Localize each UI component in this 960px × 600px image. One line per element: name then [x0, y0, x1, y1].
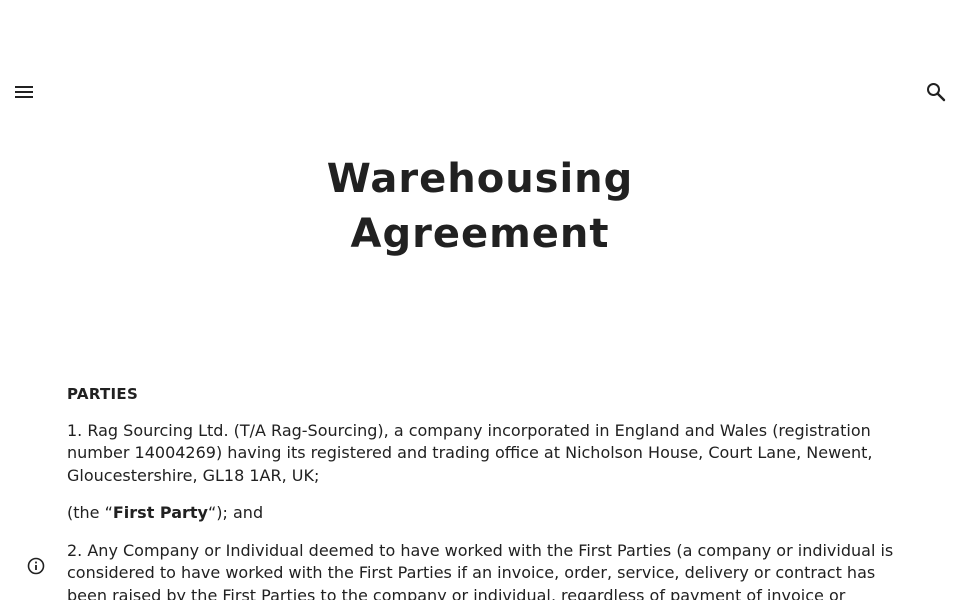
top-bar	[0, 72, 960, 112]
paragraph-second-party: 2. Any Company or Individual deemed to h…	[67, 540, 894, 600]
section-heading: PARTIES	[67, 385, 139, 403]
page: Warehousing Agreement PARTIES 1. Rag Sou…	[0, 0, 960, 600]
paragraph-first-party-definition: (the “First Party“); and	[67, 502, 907, 525]
definition-suffix: “); and	[207, 503, 264, 522]
page-title-line1: Warehousing	[326, 156, 634, 202]
search-icon	[927, 83, 946, 102]
menu-button[interactable]	[10, 78, 38, 106]
info-icon	[27, 557, 45, 575]
page-title: Warehousing Agreement	[0, 152, 960, 262]
hamburger-menu-icon	[15, 86, 33, 98]
document-body: PARTIES 1. Rag Sourcing Ltd. (T/A Rag-So…	[67, 383, 907, 600]
definition-term: First Party	[112, 503, 208, 522]
info-button[interactable]	[25, 555, 47, 577]
paragraph-first-party-details: 1. Rag Sourcing Ltd. (T/A Rag-Sourcing),…	[67, 420, 873, 485]
search-button[interactable]	[922, 78, 950, 106]
page-title-line2: Agreement	[350, 211, 610, 257]
definition-prefix: (the “	[67, 503, 113, 522]
